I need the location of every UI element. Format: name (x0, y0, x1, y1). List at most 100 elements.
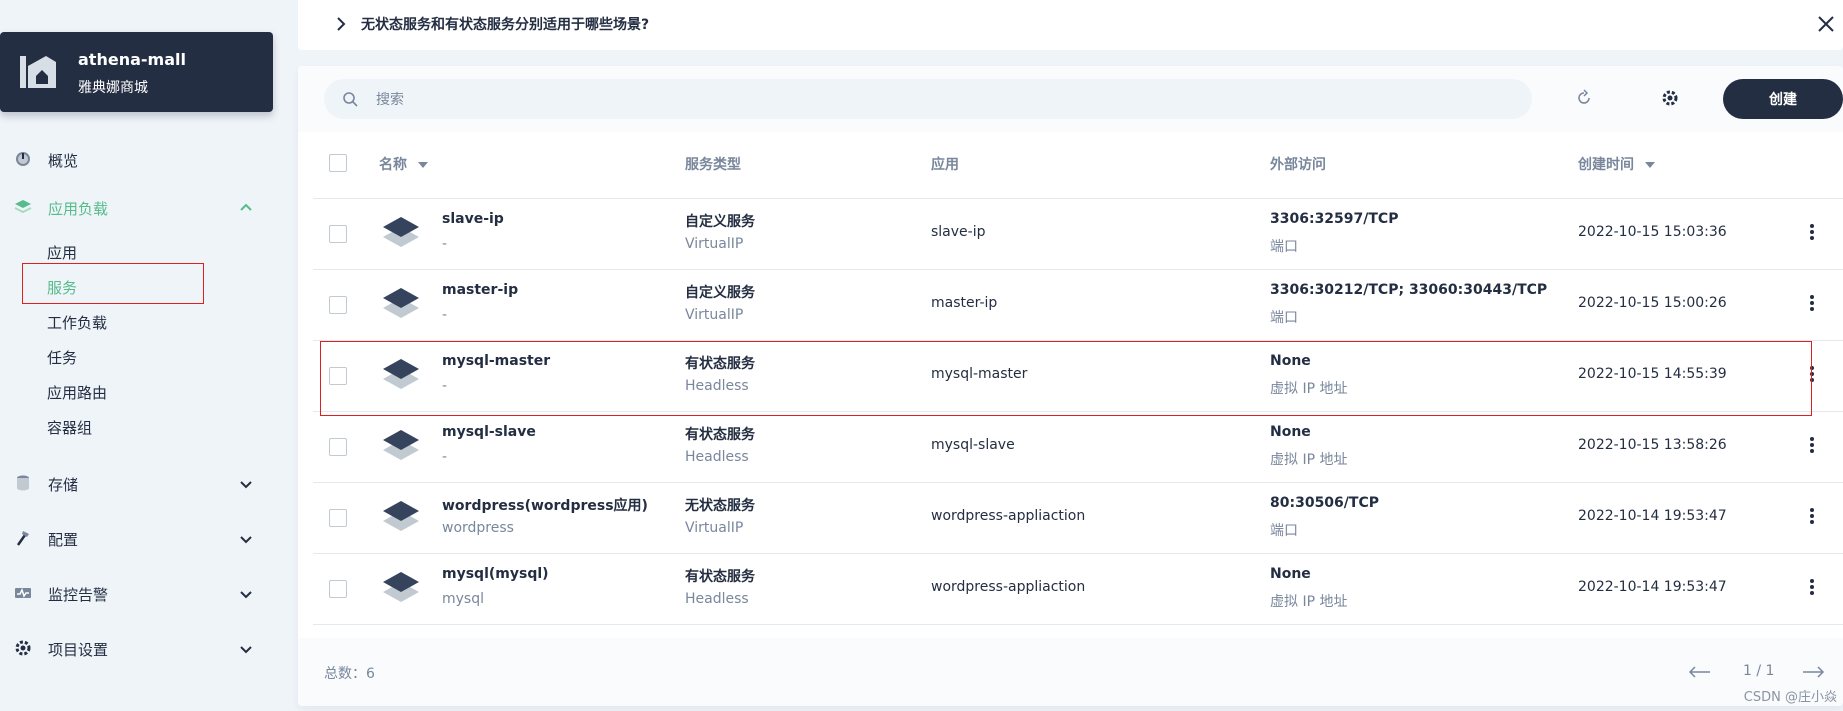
search-box[interactable] (324, 79, 1532, 121)
table-row[interactable]: mysql(mysql) mysql 有状态服务 Headless wordpr… (313, 554, 1843, 625)
row-checkbox[interactable] (329, 509, 347, 527)
external-access-type: 端口 (1270, 523, 1298, 539)
sidebar-item-apps[interactable]: 应用 (47, 241, 77, 265)
chevron-down-icon[interactable] (238, 641, 254, 657)
project-name: athena-mall (78, 50, 186, 69)
service-app[interactable]: mysql-slave (931, 437, 1015, 453)
nav-config-label: 配置 (48, 531, 79, 549)
nav-overview[interactable]: 概览 (0, 140, 273, 180)
service-icon (383, 288, 419, 318)
project-card[interactable]: athena-mall 雅典娜商城 (0, 32, 273, 112)
close-icon[interactable] (1816, 14, 1836, 34)
external-access-type: 虚拟 IP 地址 (1270, 452, 1348, 468)
nav-settings[interactable]: 项目设置 (0, 629, 273, 669)
service-subtype: Headless (685, 591, 749, 607)
created-time: 2022-10-14 19:53:47 (1578, 508, 1727, 524)
service-type: 有状态服务 (685, 427, 755, 443)
service-alias: mysql (442, 591, 484, 607)
more-icon[interactable] (1809, 436, 1815, 454)
service-alias: - (442, 236, 448, 252)
nav-settings-label: 项目设置 (48, 641, 109, 659)
table-row[interactable]: mysql-slave - 有状态服务 Headless mysql-slave… (313, 412, 1843, 483)
created-time: 2022-10-15 13:58:26 (1578, 437, 1727, 453)
service-app[interactable]: wordpress-appliaction (931, 579, 1085, 595)
service-name[interactable]: mysql(mysql) (442, 566, 549, 582)
page-indicator: 1 / 1 (1743, 663, 1775, 679)
more-icon[interactable] (1809, 294, 1815, 312)
service-icon (383, 430, 419, 460)
service-alias: - (442, 449, 448, 465)
total-count: 总数：6 (324, 666, 375, 682)
service-type: 无状态服务 (685, 498, 755, 514)
refresh-icon[interactable] (1575, 89, 1593, 107)
search-input[interactable] (374, 79, 1518, 121)
external-access: None (1270, 566, 1311, 582)
row-checkbox[interactable] (329, 438, 347, 456)
service-app[interactable]: slave-ip (931, 224, 986, 240)
sidebar-item-pods[interactable]: 容器组 (47, 416, 92, 440)
nav-workloads[interactable]: 应用负载 (0, 188, 273, 228)
gear-icon (15, 640, 31, 656)
chevron-down-icon[interactable] (238, 531, 254, 547)
service-app[interactable]: wordpress-appliaction (931, 508, 1085, 524)
arrow-right-icon[interactable] (1803, 666, 1825, 678)
highlight-box-services (22, 263, 204, 304)
service-alias: wordpress (442, 520, 514, 536)
row-checkbox[interactable] (329, 225, 347, 243)
sidebar-item-ingress[interactable]: 应用路由 (47, 381, 107, 405)
sidebar-item-jobs[interactable]: 任务 (47, 346, 77, 370)
row-checkbox[interactable] (329, 580, 347, 598)
gear-icon[interactable] (1661, 89, 1679, 107)
header-created[interactable]: 创建时间 (1578, 154, 1655, 174)
service-name[interactable]: wordpress(wordpress应用) (442, 495, 648, 515)
sort-down-icon[interactable] (1644, 161, 1655, 169)
chevron-down-icon[interactable] (238, 476, 254, 492)
database-icon (17, 475, 29, 491)
more-icon[interactable] (1809, 507, 1815, 525)
service-name[interactable]: master-ip (442, 282, 518, 298)
more-icon[interactable] (1809, 578, 1815, 596)
table-row[interactable]: master-ip - 自定义服务 VirtualIP master-ip 33… (313, 270, 1843, 341)
more-icon[interactable] (1809, 223, 1815, 241)
service-name[interactable]: slave-ip (442, 211, 504, 227)
chevron-down-icon[interactable] (238, 586, 254, 602)
external-access-type: 端口 (1270, 310, 1298, 326)
hammer-icon (16, 531, 29, 546)
nav-monitoring[interactable]: 监控告警 (0, 574, 273, 614)
external-access: None (1270, 424, 1311, 440)
search-icon (343, 92, 358, 107)
tip-question[interactable]: 无状态服务和有状态服务分别适用于哪些场景? (361, 14, 649, 34)
nav-config[interactable]: 配置 (0, 519, 273, 559)
sidebar-item-workloads[interactable]: 工作负载 (47, 311, 107, 335)
sort-down-icon[interactable] (417, 161, 428, 169)
header-name-label: 名称 (379, 157, 407, 173)
monitor-icon (15, 588, 31, 598)
external-access: 3306:30212/TCP; 33060:30443/TCP (1270, 282, 1548, 298)
create-button[interactable]: 创建 (1723, 79, 1843, 119)
watermark: CSDN @庄小焱 (1743, 690, 1837, 705)
tip-bar[interactable]: 无状态服务和有状态服务分别适用于哪些场景? (298, 0, 1843, 50)
service-app[interactable]: master-ip (931, 295, 997, 311)
service-icon (383, 217, 419, 247)
external-access: 3306:32597/TCP (1270, 211, 1399, 227)
service-subtype: VirtualIP (685, 307, 744, 323)
project-alias: 雅典娜商城 (78, 80, 148, 96)
select-all-checkbox[interactable] (329, 154, 347, 172)
created-time: 2022-10-15 15:00:26 (1578, 295, 1727, 311)
chevron-right-icon[interactable] (334, 16, 348, 32)
service-subtype: Headless (685, 449, 749, 465)
header-access: 外部访问 (1270, 157, 1326, 173)
layers-icon (14, 200, 32, 214)
table-row[interactable]: slave-ip - 自定义服务 VirtualIP slave-ip 3306… (313, 199, 1843, 270)
header-name[interactable]: 名称 (379, 154, 428, 174)
service-name[interactable]: mysql-slave (442, 424, 536, 440)
service-subtype: VirtualIP (685, 520, 744, 536)
chevron-up-icon[interactable] (238, 200, 254, 216)
toolbar: 创建 (298, 66, 1843, 132)
row-checkbox[interactable] (329, 296, 347, 314)
table-row[interactable]: wordpress(wordpress应用) wordpress 无状态服务 V… (313, 483, 1843, 554)
nav-storage[interactable]: 存储 (0, 464, 273, 504)
arrow-left-icon[interactable] (1688, 666, 1710, 678)
nav-workloads-label: 应用负载 (48, 200, 109, 218)
header-app: 应用 (931, 157, 959, 173)
